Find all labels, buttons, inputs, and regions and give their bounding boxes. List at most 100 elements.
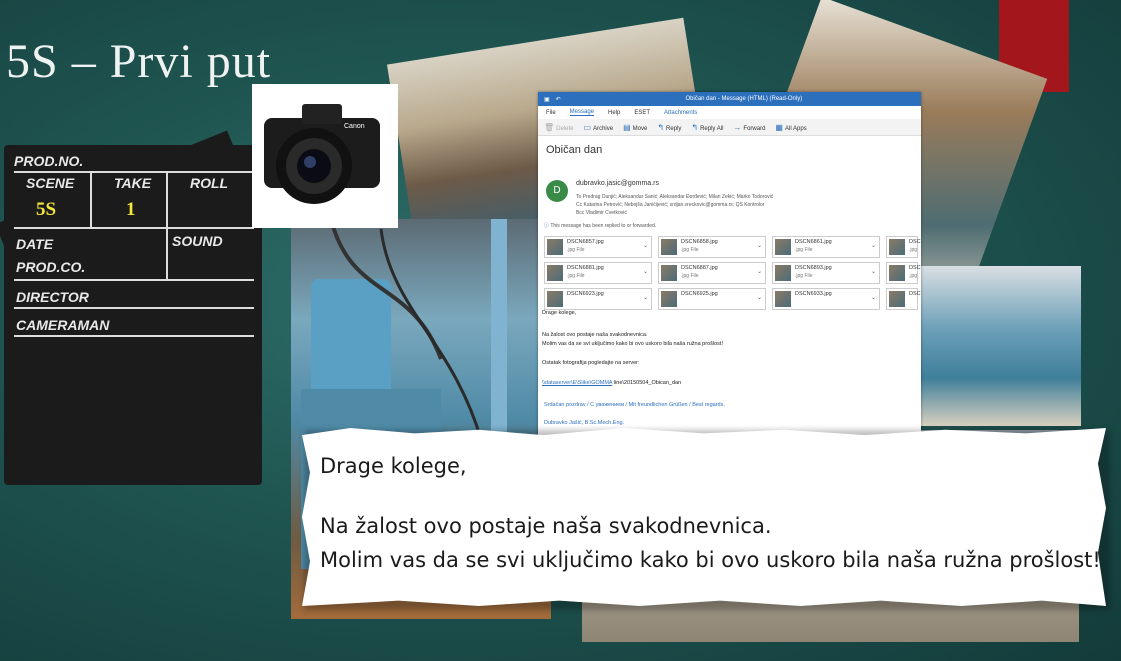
attachment-name: DSC	[909, 265, 921, 271]
body-line2: Molim vas da se svi uključimo kako bi ov…	[542, 341, 723, 347]
attachment-type: .jpg File	[681, 247, 699, 253]
reply-all-button[interactable]: ↰ Reply All	[691, 123, 723, 132]
attachment-type: .jpg File	[567, 247, 585, 253]
cameraman-label: CAMERAMAN	[16, 317, 110, 333]
attachment-name: DSCN6857.jpg	[567, 239, 604, 245]
attachment-item[interactable]: DSCN6857.jpg .jpg File ⌄	[544, 236, 652, 258]
reply-button[interactable]: ↰ Reply	[657, 123, 681, 132]
camera-photo: Canon	[252, 84, 398, 228]
attachment-name: DSC	[909, 291, 921, 297]
all-apps-button[interactable]: ▦ All Apps	[775, 123, 806, 132]
save-icon[interactable]: ▣	[544, 96, 550, 103]
chevron-down-icon[interactable]: ⌄	[643, 268, 648, 275]
attachment-name: DSCN6933.jpg	[795, 291, 832, 297]
sound-label: SOUND	[172, 233, 223, 249]
attachment-type: .jpg File	[795, 273, 813, 279]
camera-brand-mark: Canon	[344, 123, 365, 130]
server-link[interactable]: \\dataserver\E\Slike\GOMMA	[542, 380, 612, 386]
server-path: \\dataserver\E\Slike\GOMMA line\20150504…	[542, 380, 682, 386]
date-label: DATE	[16, 236, 54, 252]
to-recipients: To Predrag Dunjić; Aleksandar Sanić; Ale…	[576, 194, 774, 200]
forward-icon: →	[733, 122, 742, 132]
attachment-type: .jpg File	[795, 247, 813, 253]
chevron-down-icon[interactable]: ⌄	[871, 294, 876, 301]
zoomed-text-excerpt: Drage kolege, Na žalost ovo postaje naša…	[302, 428, 1106, 606]
apps-icon: ▦	[775, 122, 783, 132]
attachment-item[interactable]: DSCN6858.jpg .jpg File ⌄	[658, 236, 766, 258]
reply-all-icon: ↰	[691, 122, 699, 132]
attachment-name: DSCN6881.jpg	[567, 265, 604, 271]
chevron-down-icon[interactable]: ⌄	[757, 242, 762, 249]
attachment-name: DSC	[909, 239, 921, 245]
chevron-down-icon[interactable]: ⌄	[871, 242, 876, 249]
attachment-item[interactable]: DSCN6861.jpg .jpg File ⌄	[772, 236, 880, 258]
clapperboard: PROD.NO. SCENE TAKE ROLL 5S 1 DATE SOUND…	[4, 145, 262, 485]
attachment-item[interactable]: DSC	[886, 288, 921, 310]
attachment-item[interactable]: DSCN6923.jpg ⌄	[544, 288, 652, 310]
chevron-down-icon[interactable]: ⌄	[643, 294, 648, 301]
attachment-name: DSCN6925.jpg	[681, 291, 718, 297]
attachment-item[interactable]: DSCN6893.jpg .jpg File ⌄	[772, 262, 880, 284]
attachment-item[interactable]: DSCN6925.jpg ⌄	[658, 288, 766, 310]
attachment-type: .jpg File	[681, 273, 699, 279]
attachment-item[interactable]: DSC .jpg	[886, 236, 921, 258]
window-title: Običan dan - Message (HTML) (Read-Only)	[685, 96, 803, 102]
body-greeting: Drage kolege,	[542, 310, 577, 316]
photo-tools-cabinet	[910, 266, 1081, 426]
info-icon: ⓘ	[544, 223, 550, 229]
sender-email[interactable]: dubravko.jasic@gomma.rs	[576, 180, 659, 187]
trash-icon: 🗑	[544, 122, 555, 132]
attachment-thumbnail	[889, 291, 905, 307]
attachment-item[interactable]: DSCN6887.jpg .jpg File ⌄	[658, 262, 766, 284]
tab-attachments[interactable]: Attachments	[664, 110, 697, 116]
attachment-thumbnail	[547, 291, 563, 307]
attachment-thumbnail	[775, 265, 791, 281]
move-icon: ▤	[623, 122, 631, 132]
tab-help[interactable]: Help	[608, 110, 620, 116]
attachment-name: DSCN6923.jpg	[567, 291, 604, 297]
attachment-type: .jpg	[909, 247, 918, 253]
chevron-down-icon[interactable]: ⌄	[871, 268, 876, 275]
cc-recipients: Cc Katarina Petrović; Nebojša Janićijevi…	[576, 202, 765, 208]
body-line1: Na žalost ovo postaje naša svakodnevnica…	[542, 332, 648, 338]
tab-message[interactable]: Message	[569, 109, 595, 116]
prod-no-label: PROD.NO.	[14, 153, 254, 173]
attachment-thumbnail	[661, 239, 677, 255]
mail-subject: Običan dan	[546, 144, 603, 156]
prod-co-label: PROD.CO.	[16, 259, 86, 275]
chevron-down-icon[interactable]: ⌄	[643, 242, 648, 249]
excerpt-greeting: Drage kolege,	[320, 454, 467, 478]
attachment-thumbnail	[775, 291, 791, 307]
director-label: DIRECTOR	[16, 289, 89, 305]
signature-line: Srdačan pozdrav / С уважением / Mit freu…	[544, 402, 725, 408]
tab-file[interactable]: File	[546, 110, 556, 116]
slide-title: 5S – Prvi put	[6, 35, 272, 88]
chevron-down-icon[interactable]: ⌄	[757, 294, 762, 301]
tab-eset[interactable]: ESET	[634, 110, 650, 116]
ribbon-tabs: File Message Help ESET Attachments	[538, 106, 921, 119]
signature-name: Dubravko Jašić, B.Sc.Mech.Eng.	[544, 420, 625, 426]
attachment-name: DSCN6858.jpg	[681, 239, 718, 245]
undo-icon[interactable]: ↶	[556, 96, 561, 103]
attachment-thumbnail	[661, 265, 677, 281]
attachment-name: DSCN6893.jpg	[795, 265, 832, 271]
ribbon-toolbar: 🗑 Delete ▭ Archive ▤ Move ↰ Reply ↰ Reply All…	[538, 119, 921, 136]
forward-button[interactable]: → Forward	[733, 123, 765, 132]
move-button[interactable]: ▤ Move	[623, 123, 647, 132]
attachment-thumbnail	[547, 239, 563, 255]
delete-button[interactable]: 🗑 Delete	[544, 123, 574, 132]
excerpt-line2: Molim vas da se svi uključimo kako bi ov…	[320, 548, 1101, 572]
info-bar: ⓘ This message has been replied to or fo…	[544, 223, 657, 229]
attachment-type: .jpg File	[567, 273, 585, 279]
attachment-item[interactable]: DSCN6881.jpg .jpg File ⌄	[544, 262, 652, 284]
attachment-thumbnail	[889, 239, 905, 255]
chevron-down-icon[interactable]: ⌄	[757, 268, 762, 275]
divider	[14, 171, 254, 229]
body-line3: Ostatak fotografija pogledajte na server…	[542, 360, 640, 366]
archive-button[interactable]: ▭ Archive	[584, 123, 614, 132]
archive-icon: ▭	[583, 122, 592, 132]
attachment-type: .jpg	[909, 273, 918, 279]
attachment-item[interactable]: DSC .jpg	[886, 262, 921, 284]
outlook-message-window: ▣ ↶ Običan dan - Message (HTML) (Read-On…	[538, 92, 921, 437]
attachment-item[interactable]: DSCN6933.jpg ⌄	[772, 288, 880, 310]
